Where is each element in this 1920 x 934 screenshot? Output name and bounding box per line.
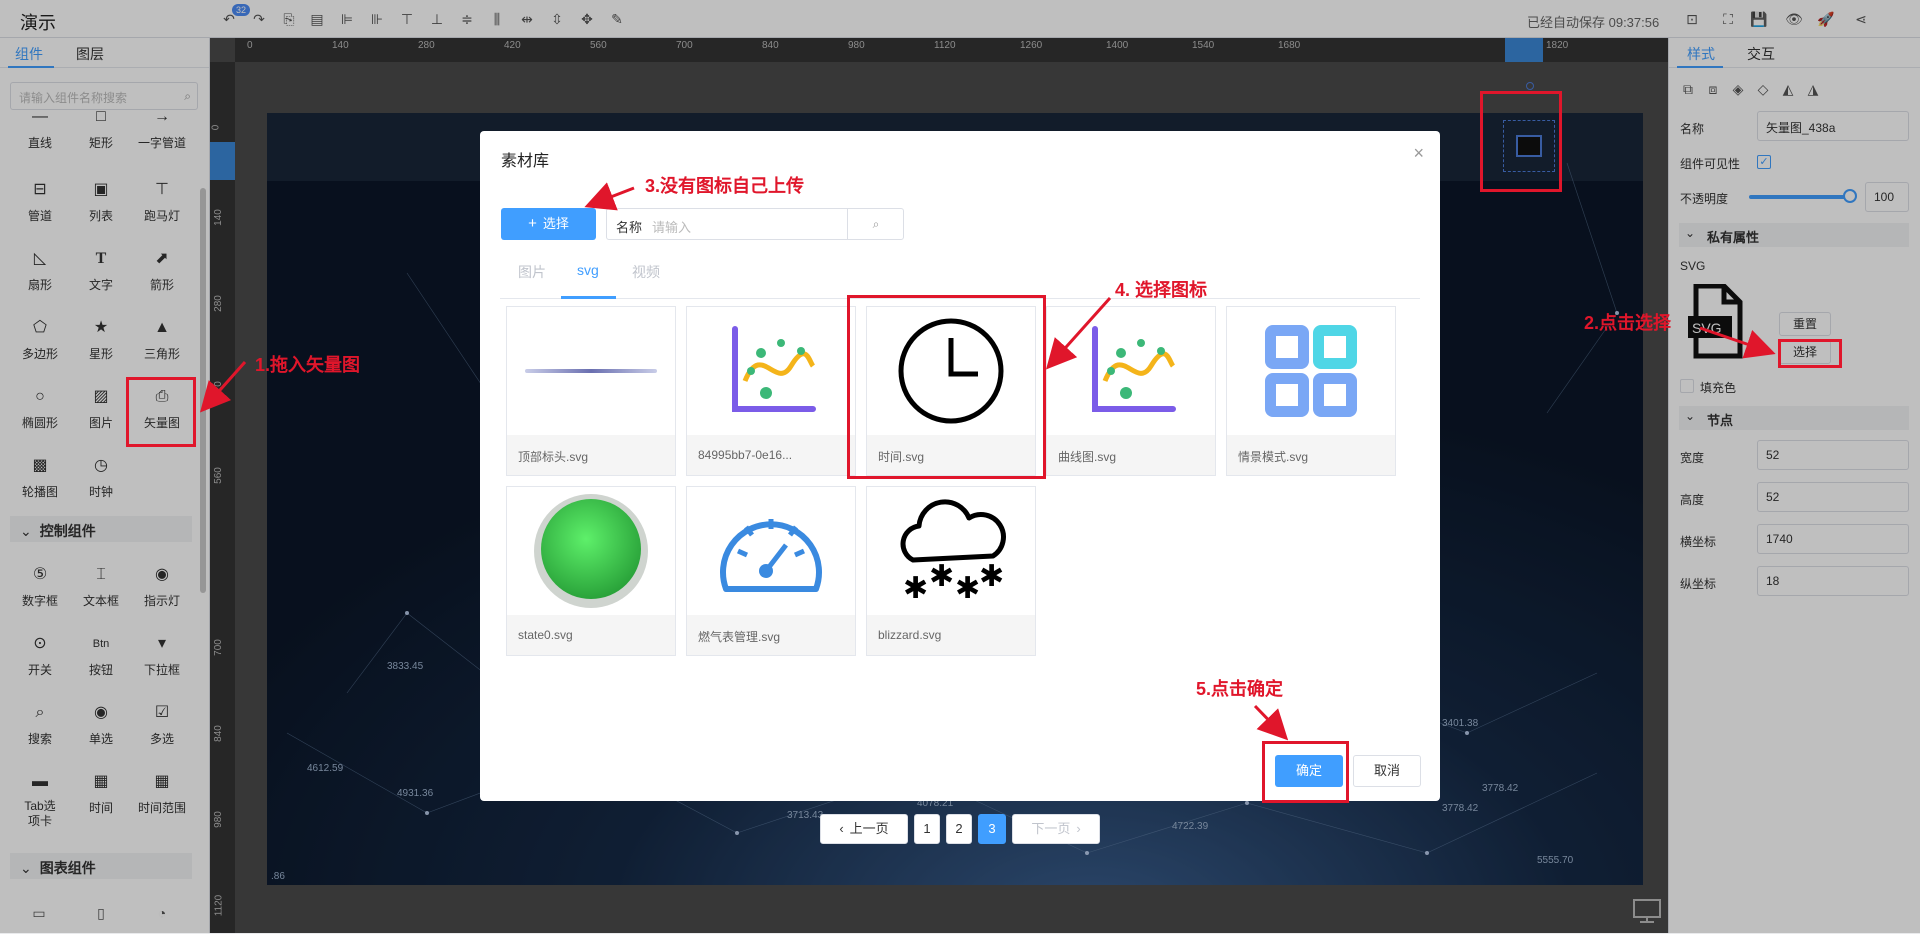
svg-text:✱: ✱ [903, 571, 928, 606]
chevron-right-icon: › [1076, 821, 1081, 836]
page-1-button[interactable]: 1 [914, 814, 940, 844]
asset-card[interactable]: ✱ ✱ ✱ ✱ blizzard.svg [866, 486, 1036, 656]
tab-images[interactable]: 图片 [518, 262, 546, 282]
asset-name: state0.svg [507, 615, 675, 655]
chart-curve-icon [687, 307, 855, 435]
chevron-left-icon: ‹ [839, 821, 844, 836]
annotation-box-confirm [1262, 741, 1349, 803]
prev-label: 上一页 [849, 821, 889, 836]
grid-squares-icon [1227, 307, 1395, 435]
cancel-button[interactable]: 取消 [1353, 755, 1421, 787]
asset-name: blizzard.svg [867, 615, 1035, 655]
tab-svg[interactable]: svg [577, 262, 599, 278]
asset-card[interactable]: 燃气表管理.svg [686, 486, 856, 656]
asset-name: 情景模式.svg [1227, 435, 1395, 475]
asset-name: 曲线图.svg [1047, 435, 1215, 475]
asset-card[interactable]: 情景模式.svg [1226, 306, 1396, 476]
search-icon: ⌕ [872, 217, 880, 231]
asset-card[interactable]: 84995bb7-0e16... [686, 306, 856, 476]
plus-icon: + [528, 215, 537, 232]
upload-button[interactable]: + 选择 [501, 208, 596, 240]
annotation-box-select-button [1778, 339, 1842, 368]
green-ball-icon [507, 487, 675, 615]
tab-underline [561, 296, 616, 299]
page-3-button[interactable]: 3 [978, 814, 1006, 844]
asset-card[interactable]: 顶部标头.svg [506, 306, 676, 476]
snow-cloud-icon: ✱ ✱ ✱ ✱ [867, 487, 1035, 615]
asset-card[interactable]: state0.svg [506, 486, 676, 656]
svg-text:✱: ✱ [955, 571, 980, 606]
page-2-button[interactable]: 2 [946, 814, 972, 844]
search-button[interactable]: ⌕ [847, 209, 904, 239]
gauge-icon [687, 487, 855, 615]
annotation-step1: 1.拖入矢量图 [255, 355, 361, 375]
prev-page-button[interactable]: ‹ 上一页 [820, 814, 908, 844]
asset-name: 燃气表管理.svg [687, 615, 855, 655]
upload-label: 选择 [542, 216, 569, 231]
asset-card[interactable]: 曲线图.svg [1046, 306, 1216, 476]
annotation-box-selected-element [1480, 91, 1562, 192]
annotation-box-vector [126, 377, 196, 447]
asset-name-search: 名称 请输入 ⌕ [606, 208, 904, 240]
annotation-step4: 4. 选择图标 [1115, 280, 1208, 300]
annotation-step5: 5.点击确定 [1196, 679, 1284, 699]
close-icon[interactable]: × [1413, 143, 1424, 164]
asset-name: 84995bb7-0e16... [687, 435, 855, 475]
tab-videos[interactable]: 视频 [632, 262, 660, 282]
annotation-step2: 2.点击选择 [1584, 313, 1672, 333]
asset-name: 顶部标头.svg [507, 435, 675, 475]
chart-curve-icon [1047, 307, 1215, 435]
next-page-button[interactable]: 下一页 › [1012, 814, 1100, 844]
svg-text:✱: ✱ [979, 559, 1004, 594]
dialog-title: 素材库 [501, 153, 550, 170]
svg-text:✱: ✱ [929, 559, 954, 594]
next-label: 下一页 [1031, 821, 1071, 836]
header-bar-icon [507, 307, 675, 435]
name-field-label: 名称 [616, 220, 643, 235]
name-field-input[interactable]: 请输入 [652, 217, 691, 236]
annotation-box-clock [847, 295, 1046, 479]
annotation-step3: 3.没有图标自己上传 [645, 176, 805, 196]
